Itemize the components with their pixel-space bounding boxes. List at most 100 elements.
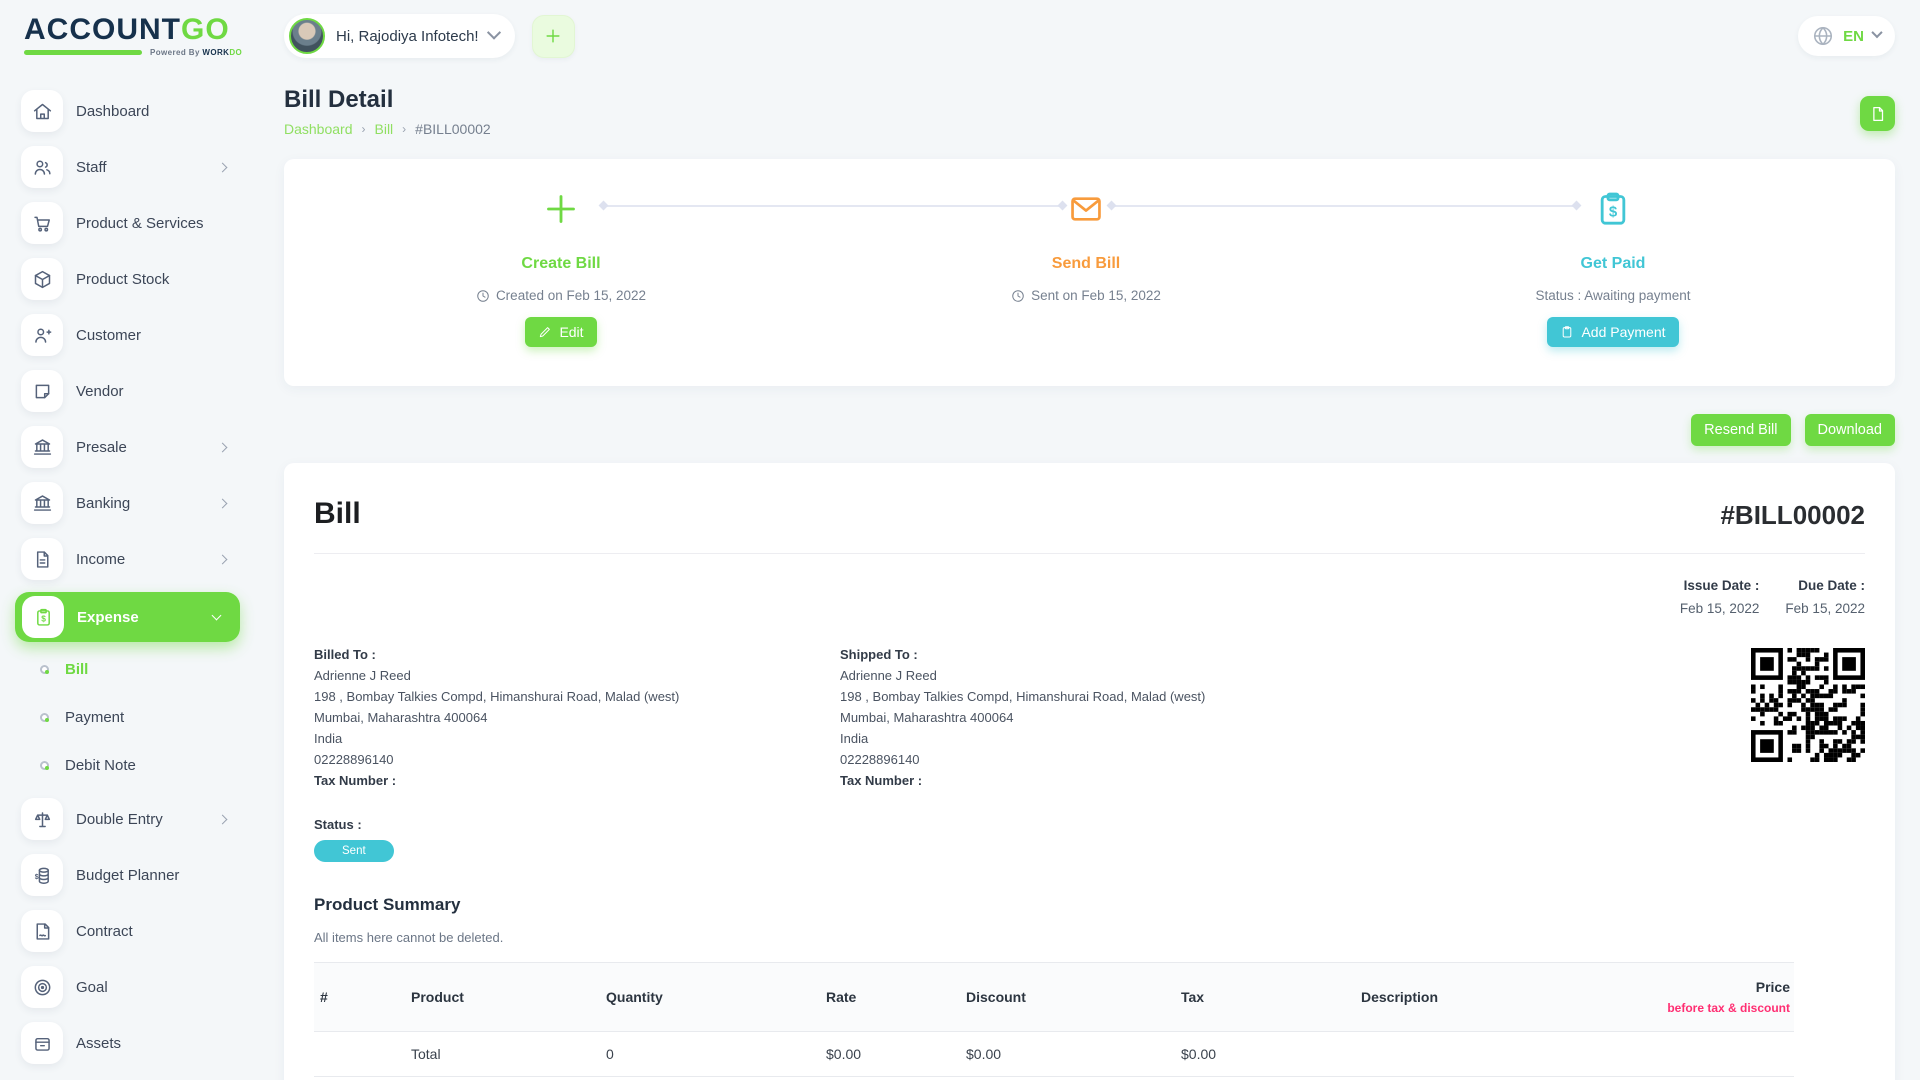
sidebar-item-expense[interactable]: $ Expense [15, 592, 240, 642]
resend-bill-button[interactable]: Resend Bill [1691, 414, 1790, 446]
sidebar-item-assets[interactable]: Assets [0, 1020, 260, 1066]
col-rate: Rate [814, 963, 954, 1032]
bill-status: Status : Sent [314, 817, 1865, 862]
contract-icon [21, 910, 63, 952]
chevron-right-icon [218, 442, 228, 452]
qr-code [1751, 648, 1865, 762]
top-bar: ACCOUNTGO Powered By WORKDO Hi, Rajodiya… [0, 0, 1920, 72]
chevron-down-icon [212, 611, 222, 621]
file-icon [1869, 105, 1887, 123]
bullet-icon [40, 665, 49, 674]
user-greeting: Hi, Rajodiya Infotech! [336, 28, 479, 45]
issue-date-label: Issue Date : [1680, 578, 1760, 593]
sidebar-item-customer[interactable]: Customer [0, 312, 260, 358]
sidebar-item-income[interactable]: Income [0, 536, 260, 582]
cart-icon [21, 202, 63, 244]
avatar [289, 18, 325, 54]
clock-icon [1011, 289, 1025, 303]
sidebar-item-banking[interactable]: Banking [0, 480, 260, 526]
sidebar-item-goal[interactable]: Goal [0, 964, 260, 1010]
status-badge: Sent [314, 840, 394, 862]
globe-icon [1812, 25, 1834, 47]
col-tax: Tax [1169, 963, 1349, 1032]
bill-number: #BILL00002 [1720, 500, 1865, 531]
scales-icon [21, 798, 63, 840]
total-label: Total [399, 1032, 594, 1077]
clipboard-icon [1560, 325, 1574, 339]
bullet-icon [40, 761, 49, 770]
items-table: # Product Quantity Rate Discount Tax Des… [314, 962, 1794, 1077]
sidebar-item-contract[interactable]: Contract [0, 908, 260, 954]
edit-bill-button[interactable]: Edit [525, 317, 596, 347]
col-discount: Discount [954, 963, 1169, 1032]
sidebar-item-product-stock[interactable]: Product Stock [0, 256, 260, 302]
sidebar-subitem-bill[interactable]: Bill [0, 652, 260, 686]
table-total-row: Total 0 $0.00 $0.00 $0.00 [314, 1032, 1794, 1077]
clock-icon [476, 289, 490, 303]
brand-name-primary: ACCOUNT [24, 13, 181, 46]
bill-progress-card: Create Bill Created on Feb 15, 2022 Edit… [284, 159, 1895, 386]
quick-add-button[interactable] [532, 15, 575, 58]
bank-icon [21, 482, 63, 524]
product-summary-note: All items here cannot be deleted. [314, 930, 1865, 945]
svg-text:$: $ [1609, 203, 1618, 220]
total-rate: $0.00 [814, 1032, 954, 1077]
chevron-right-icon [218, 498, 228, 508]
user-menu[interactable]: Hi, Rajodiya Infotech! [284, 14, 515, 58]
status-label: Status : [314, 817, 1865, 832]
total-discount: $0.00 [954, 1032, 1169, 1077]
clipboard-dollar-icon: $ [22, 596, 64, 638]
col-price: Price before tax & discount [1604, 963, 1794, 1032]
document-icon [21, 538, 63, 580]
download-button[interactable]: Download [1805, 414, 1896, 446]
chevron-down-icon [487, 26, 501, 40]
addresses: Billed To : Adrienne J Reed 198 , Bombay… [314, 644, 1865, 791]
language-selector[interactable]: EN [1798, 16, 1895, 56]
bill-actions: Resend Bill Download [284, 414, 1895, 446]
sidebar-subitem-payment[interactable]: Payment [0, 700, 260, 734]
target-icon [21, 966, 63, 1008]
add-payment-button[interactable]: Add Payment [1547, 317, 1678, 347]
bill-detail-card: Bill #BILL00002 Issue Date : Feb 15, 202… [284, 463, 1895, 1080]
envelope-icon [906, 185, 1266, 233]
breadcrumb-dashboard[interactable]: Dashboard [284, 121, 353, 137]
product-summary-title: Product Summary [314, 895, 1865, 915]
sidebar-item-dashboard[interactable]: Dashboard [0, 88, 260, 134]
svg-text:$: $ [34, 874, 38, 881]
sidebar-item-double-entry[interactable]: Double Entry [0, 796, 260, 842]
svg-text:$: $ [41, 613, 46, 623]
shipped-to-block: Shipped To : Adrienne J Reed 198 , Bomba… [840, 644, 1366, 791]
divider [314, 553, 1865, 554]
brand-name-secondary: GO [181, 13, 230, 46]
sidebar-item-staff[interactable]: Staff [0, 144, 260, 190]
step-create-bill: Create Bill Created on Feb 15, 2022 Edit [381, 185, 741, 347]
total-tax: $0.00 [1169, 1032, 1349, 1077]
sidebar-item-product-services[interactable]: Product & Services [0, 200, 260, 246]
user-plus-icon [21, 314, 63, 356]
sidebar-item-budget-planner[interactable]: $ Budget Planner [0, 852, 260, 898]
page-title: Bill Detail [284, 86, 491, 114]
chevron-down-icon [1871, 27, 1882, 38]
cube-icon [21, 258, 63, 300]
sidebar-item-vendor[interactable]: Vendor [0, 368, 260, 414]
col-index: # [314, 963, 399, 1032]
bill-title: Bill [314, 497, 361, 531]
preview-document-button[interactable] [1860, 96, 1895, 131]
plus-icon [543, 26, 563, 46]
brand-tagline: Powered By WORKDO [150, 48, 242, 57]
chevron-right-icon [218, 162, 228, 172]
sidebar: Dashboard Staff Product & Services Produ… [0, 72, 260, 1080]
step-send-bill: Send Bill Sent on Feb 15, 2022 [906, 185, 1266, 303]
due-date-label: Due Date : [1785, 578, 1865, 593]
col-product: Product [399, 963, 594, 1032]
main-content: Bill Detail Dashboard › Bill › #BILL0000… [260, 72, 1920, 1080]
sidebar-subitem-debit-note[interactable]: Debit Note [0, 748, 260, 782]
pencil-icon [538, 325, 552, 339]
users-icon [21, 146, 63, 188]
brand-logo[interactable]: ACCOUNTGO Powered By WORKDO [24, 15, 260, 57]
clipboard-dollar-icon: $ [1433, 185, 1793, 233]
sidebar-item-presale[interactable]: Presale [0, 424, 260, 470]
breadcrumb-bill[interactable]: Bill [375, 121, 394, 137]
step-get-paid: $ Get Paid Status : Awaiting payment Add… [1433, 185, 1793, 347]
breadcrumb-separator: › [362, 122, 366, 136]
